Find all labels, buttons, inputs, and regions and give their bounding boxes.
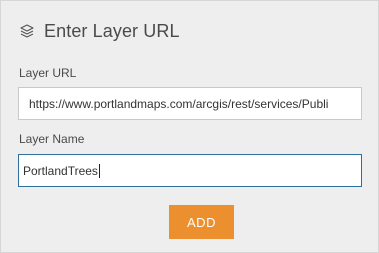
text-cursor bbox=[98, 163, 100, 178]
layer-url-value: https://www.portlandmaps.com/arcgis/rest… bbox=[29, 96, 329, 111]
layer-name-label: Layer Name bbox=[19, 132, 85, 146]
layer-url-label: Layer URL bbox=[19, 66, 77, 80]
layers-icon bbox=[19, 23, 35, 39]
layer-url-input[interactable]: https://www.portlandmaps.com/arcgis/rest… bbox=[18, 87, 362, 120]
layer-name-value: PortlandTrees bbox=[23, 163, 98, 178]
panel-title: Enter Layer URL bbox=[44, 20, 180, 41]
layer-name-input[interactable]: PortlandTrees bbox=[18, 154, 362, 187]
panel-header: Enter Layer URL bbox=[19, 19, 180, 43]
add-button[interactable]: ADD bbox=[169, 205, 234, 239]
enter-layer-url-panel: Enter Layer URL Layer URL https://www.po… bbox=[0, 0, 379, 253]
